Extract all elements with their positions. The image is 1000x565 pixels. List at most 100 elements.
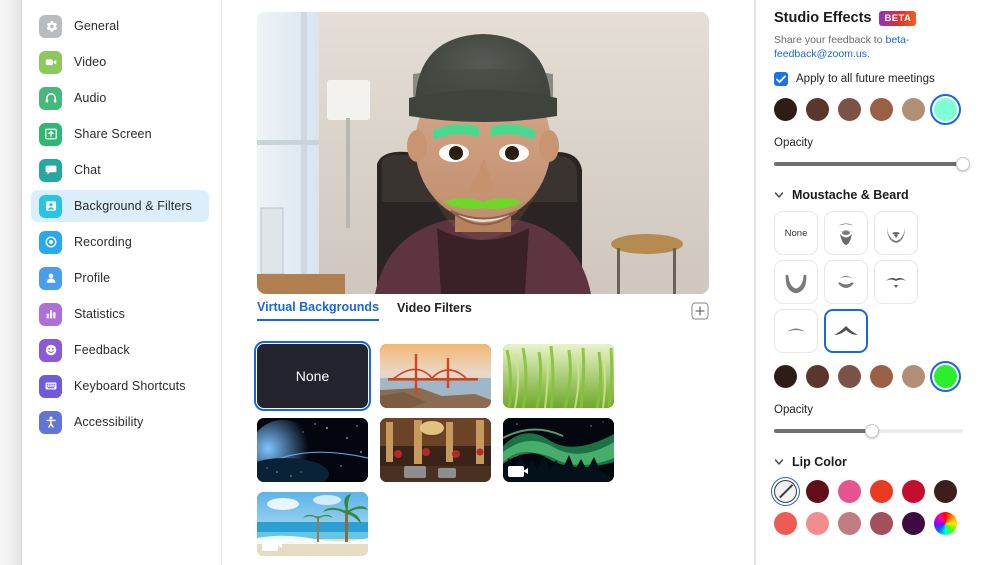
window-left-gutter [0,0,21,565]
lip-color-swatch-berry[interactable] [870,512,893,535]
moustache-none-label: None [784,227,808,239]
eyebrow-color-swatch-5[interactable] [934,98,957,121]
lip-color-swatch-custom[interactable] [934,512,957,535]
content-tabs: Virtual Backgrounds Video Filters [257,300,709,321]
lip-color-swatch-none[interactable] [774,480,797,503]
eyebrow-color-swatches [774,98,987,121]
moustache-style-soul-arc[interactable] [824,260,868,304]
moustache-style-chevron[interactable] [824,309,868,353]
moustache-color-swatch-0[interactable] [774,365,797,388]
eyebrow-color-swatch-1[interactable] [806,98,829,121]
lip-color-swatch-pink[interactable] [838,480,861,503]
lip-color-swatch-coral[interactable] [774,512,797,535]
video-icon [39,50,62,74]
background-thumbnail[interactable] [257,418,368,482]
sidebar-item-label: Profile [74,271,111,285]
bar-chart-icon [39,302,62,326]
sidebar-item-audio[interactable]: Audio [31,82,209,114]
moustache-style-handlebar[interactable] [874,260,918,304]
moustache-style-full-beard[interactable] [824,211,868,255]
panel-title: Studio Effects [774,10,872,26]
apply-all-row[interactable]: Apply to all future meetings [774,72,987,86]
moustache-color-swatch-2[interactable] [838,365,861,388]
plus-icon[interactable] [691,301,709,320]
lip-color-swatch-dark-plum[interactable] [934,480,957,503]
background-none-label: None [295,368,330,384]
video-preview [257,12,709,294]
chat-icon [39,158,62,182]
moustache-color-swatches [774,365,987,388]
moustache-color-swatch-3[interactable] [870,365,893,388]
slider-fill [774,162,963,166]
zoom-settings-window: General Video Audio Share Screen Chat Backgro… [0,0,1000,565]
background-filters-pane: Virtual Backgrounds Video Filters None [222,0,755,565]
eyebrow-color-swatch-2[interactable] [838,98,861,121]
eyebrow-color-swatch-4[interactable] [902,98,925,121]
moustache-color-swatch-1[interactable] [806,365,829,388]
moustache-style-none[interactable]: None [774,211,818,255]
tab-video-filters[interactable]: Video Filters [397,301,472,320]
beta-badge: BETA [879,10,917,26]
sidebar-item-keyboard-shortcuts[interactable]: Keyboard Shortcuts [31,370,209,402]
slider-knob[interactable] [956,157,970,171]
moustache-opacity-slider[interactable] [774,424,963,438]
background-thumbnail[interactable] [380,418,491,482]
background-thumbnail[interactable] [380,344,491,408]
background-thumbnail[interactable] [257,492,368,556]
moustache-style-goatee-circle[interactable] [874,211,918,255]
eyebrow-color-swatch-3[interactable] [870,98,893,121]
eyebrow-color-swatch-0[interactable] [774,98,797,121]
sidebar-item-share-screen[interactable]: Share Screen [31,118,209,150]
sidebar-item-feedback[interactable]: Feedback [31,334,209,366]
lip-color-swatch-maroon[interactable] [806,480,829,503]
feedback-text: Share your feedback to beta-feedback@zoo… [774,33,954,61]
background-thumbnail-image [380,344,491,408]
person-icon [39,266,62,290]
slider-knob[interactable] [865,424,880,438]
tab-virtual-backgrounds[interactable]: Virtual Backgrounds [257,300,380,321]
moustache-style-thin[interactable] [774,309,818,353]
lip-color-section-header[interactable]: Lip Color [774,455,987,469]
sidebar-item-label: Video [74,55,107,69]
eyebrow-opacity-label: Opacity [774,137,813,149]
lip-color-swatch-crimson[interactable] [902,480,925,503]
lip-color-grid [774,480,969,535]
feedback-suffix: . [866,48,870,60]
sidebar-item-label: Audio [74,91,107,105]
sidebar-item-profile[interactable]: Profile [31,262,209,294]
studio-effects-panel: Studio Effects BETA Share your feedback … [755,0,1000,565]
sidebar-item-background-filters[interactable]: Background & Filters [31,190,209,222]
feedback-prefix: Share your feedback to [774,34,886,46]
share-icon [39,122,62,146]
moustache-color-swatch-5[interactable] [934,365,957,388]
background-thumbnail-image [257,418,368,482]
background-thumbnail-image [503,344,614,408]
moustache-style-chin-strap[interactable] [774,260,818,304]
background-thumbnail-image [380,418,491,482]
headset-icon [39,86,62,110]
lip-color-section-label: Lip Color [792,455,847,469]
sidebar-item-accessibility[interactable]: Accessibility [31,406,209,438]
background-thumbnail-grid: None [254,341,717,556]
lip-color-swatch-salmon[interactable] [806,512,829,535]
sidebar-item-label: Feedback [74,343,130,357]
sidebar-item-statistics[interactable]: Statistics [31,298,209,330]
lip-color-swatch-rose[interactable] [838,512,861,535]
lip-color-swatch-red[interactable] [870,480,893,503]
lip-color-swatch-eggplant[interactable] [902,512,925,535]
sidebar-item-general[interactable]: General [31,10,209,42]
background-thumbnail[interactable]: None [254,341,371,411]
sidebar-item-chat[interactable]: Chat [31,154,209,186]
slider-fill [774,429,873,433]
sidebar-item-video[interactable]: Video [31,46,209,78]
eyebrow-opacity-slider[interactable] [774,157,970,171]
sidebar-item-label: Background & Filters [74,199,193,213]
sidebar-item-recording[interactable]: Recording [31,226,209,258]
apply-all-checkbox[interactable] [774,72,788,86]
background-thumbnail[interactable] [503,344,614,408]
moustache-color-swatch-4[interactable] [902,365,925,388]
background-thumbnail[interactable] [503,418,614,482]
chevron-down-icon [774,192,784,198]
moustache-section-header[interactable]: Moustache & Beard [774,188,987,202]
sidebar-item-label: Accessibility [74,415,144,429]
